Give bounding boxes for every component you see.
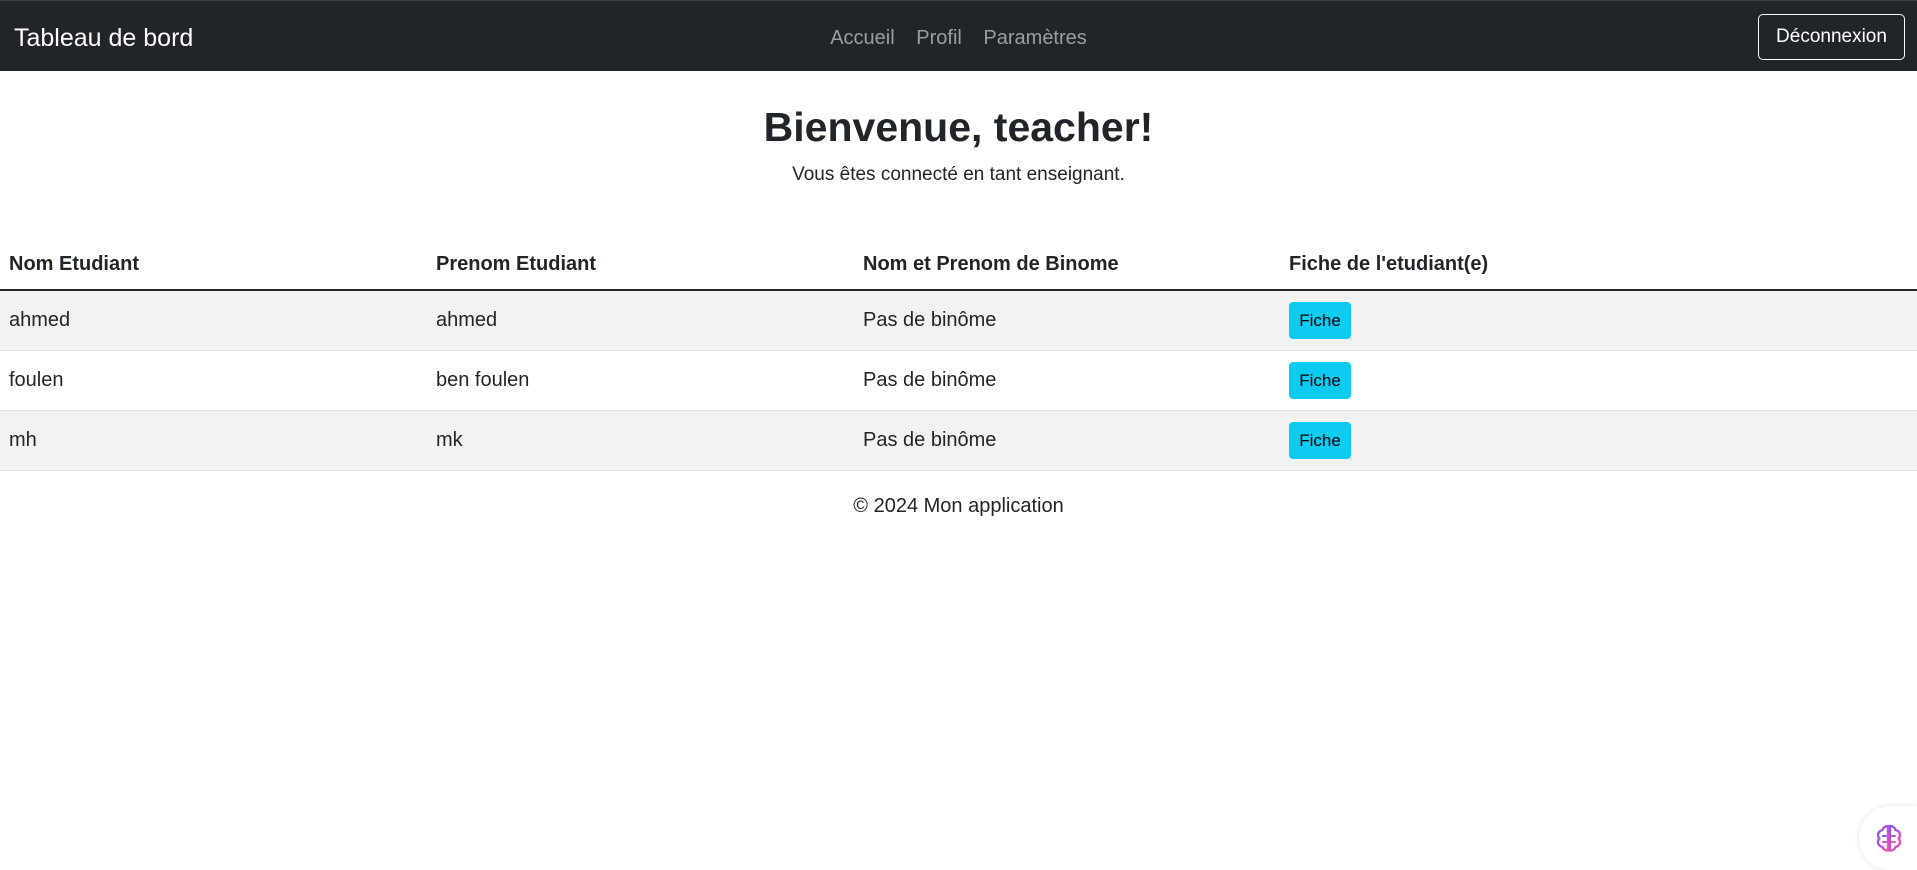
cell-binome: Pas de binôme bbox=[854, 290, 1280, 351]
cell-nom: ahmed bbox=[0, 290, 427, 351]
table-row: ahmed ahmed Pas de binôme Fiche bbox=[0, 290, 1917, 351]
cell-fiche: Fiche bbox=[1280, 350, 1917, 411]
table-row: mh mk Pas de binôme Fiche bbox=[0, 410, 1917, 471]
cell-binome: Pas de binôme bbox=[854, 410, 1280, 471]
assistant-button[interactable] bbox=[1859, 806, 1917, 870]
cell-prenom: ben foulen bbox=[427, 350, 854, 411]
header-fiche: Fiche de l'etudiant(e) bbox=[1280, 240, 1917, 291]
nav-link-profil[interactable]: Profil bbox=[916, 27, 962, 49]
page-subtitle: Vous êtes connecté en tant enseignant. bbox=[792, 164, 1125, 185]
cell-prenom: ahmed bbox=[427, 290, 854, 351]
welcome-section: Bienvenue, teacher! Vous êtes connecté e… bbox=[0, 100, 1917, 188]
students-table: Nom Etudiant Prenom Etudiant Nom et Pren… bbox=[0, 240, 1917, 471]
fiche-button[interactable]: Fiche bbox=[1289, 422, 1351, 459]
cell-prenom: mk bbox=[427, 410, 854, 471]
cell-fiche: Fiche bbox=[1280, 410, 1917, 471]
brain-icon bbox=[1876, 824, 1902, 852]
table-row: foulen ben foulen Pas de binôme Fiche bbox=[0, 350, 1917, 411]
navbar: Tableau de bord Accueil Profil Paramètre… bbox=[0, 0, 1917, 71]
footer-text: © 2024 Mon application bbox=[853, 495, 1064, 517]
footer: © 2024 Mon application bbox=[0, 492, 1917, 520]
nav-links: Accueil Profil Paramètres bbox=[0, 23, 1917, 53]
cell-nom: mh bbox=[0, 410, 427, 471]
fiche-button[interactable]: Fiche bbox=[1289, 362, 1351, 399]
page-title: Bienvenue, teacher! bbox=[763, 104, 1154, 150]
fiche-button[interactable]: Fiche bbox=[1289, 302, 1351, 339]
nav-link-accueil[interactable]: Accueil bbox=[830, 27, 894, 49]
header-nom-etudiant: Nom Etudiant bbox=[0, 240, 427, 291]
logout-button[interactable]: Déconnexion bbox=[1758, 14, 1905, 60]
header-binome: Nom et Prenom de Binome bbox=[854, 240, 1280, 291]
cell-nom: foulen bbox=[0, 350, 427, 411]
cell-binome: Pas de binôme bbox=[854, 350, 1280, 411]
table-header-row: Nom Etudiant Prenom Etudiant Nom et Pren… bbox=[0, 240, 1917, 291]
header-prenom-etudiant: Prenom Etudiant bbox=[427, 240, 854, 291]
cell-fiche: Fiche bbox=[1280, 290, 1917, 351]
nav-link-parametres[interactable]: Paramètres bbox=[983, 27, 1086, 49]
